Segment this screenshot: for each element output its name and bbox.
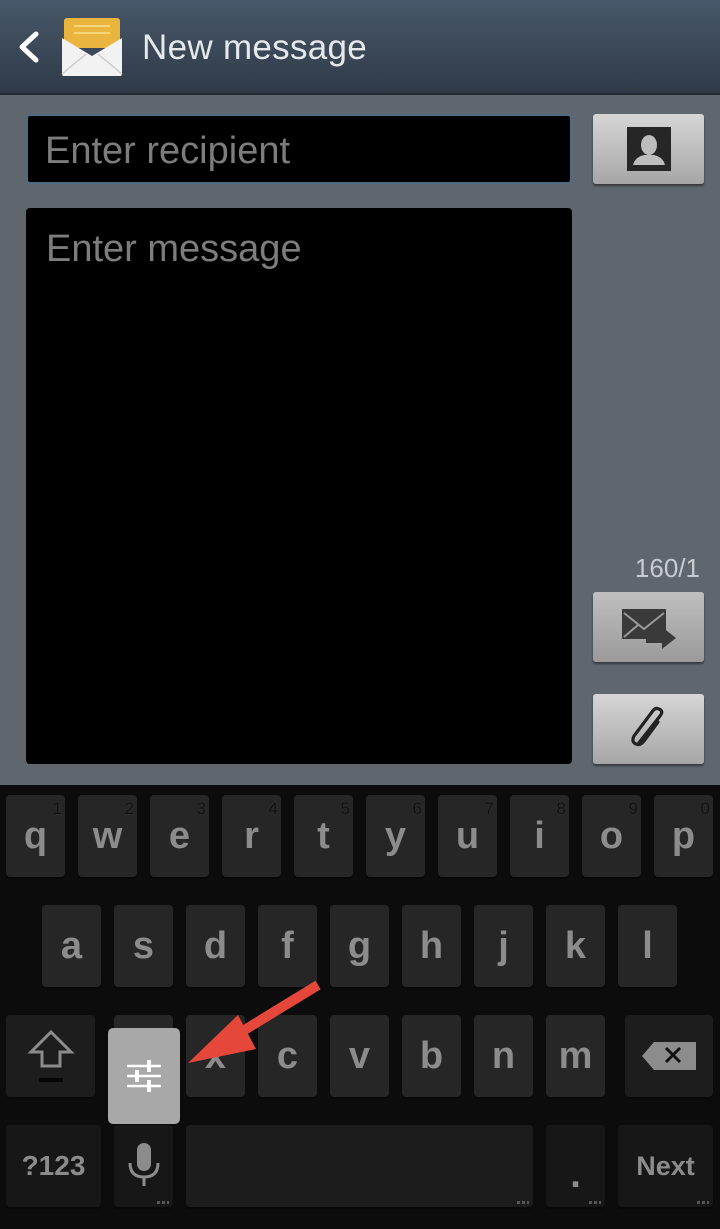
contacts-button[interactable] [593, 114, 704, 184]
key-hint: 1 [52, 799, 62, 818]
keyboard-settings-popup[interactable] [108, 1028, 180, 1124]
key-i[interactable]: i8 [510, 795, 569, 877]
key-hint: 0 [700, 799, 710, 818]
key-x[interactable]: x [186, 1015, 245, 1097]
key-hint: 5 [340, 799, 350, 818]
chevron-left-icon[interactable] [14, 30, 42, 64]
key-f[interactable]: f [258, 905, 317, 987]
key-r[interactable]: r4 [222, 795, 281, 877]
key-k[interactable]: k [546, 905, 605, 987]
microphone-icon [128, 1143, 159, 1186]
key-t[interactable]: t5 [294, 795, 353, 877]
key-n[interactable]: n [474, 1015, 533, 1097]
send-button[interactable] [593, 592, 704, 662]
key-d[interactable]: d [186, 905, 245, 987]
compose-area: Enter recipient Enter message 160/1 [0, 95, 720, 785]
shift-key[interactable] [6, 1015, 95, 1097]
more-options-dots [517, 1201, 529, 1204]
key-y[interactable]: y6 [366, 795, 425, 877]
voice-input-key[interactable] [114, 1125, 173, 1207]
key-m[interactable]: m [546, 1015, 605, 1097]
key-j[interactable]: j [474, 905, 533, 987]
action-bar: New message [0, 0, 720, 95]
key-a[interactable]: a [42, 905, 101, 987]
key-h[interactable]: h [402, 905, 461, 987]
period-key[interactable]: . [546, 1125, 605, 1207]
more-options-dots [697, 1201, 709, 1204]
key-hint: 8 [556, 799, 566, 818]
backspace-key[interactable] [625, 1015, 713, 1097]
key-w[interactable]: w2 [78, 795, 137, 877]
recipient-input[interactable]: Enter recipient [26, 114, 572, 184]
key-q[interactable]: q1 [6, 795, 65, 877]
send-message-icon [621, 609, 676, 649]
key-g[interactable]: g [330, 905, 389, 987]
key-p[interactable]: p0 [654, 795, 713, 877]
key-hint: 4 [268, 799, 278, 818]
more-options-dots [157, 1201, 169, 1204]
message-input[interactable]: Enter message [26, 208, 572, 764]
key-v[interactable]: v [330, 1015, 389, 1097]
character-counter: 160/1 [634, 553, 700, 583]
key-s[interactable]: s [114, 905, 173, 987]
paperclip-icon [630, 706, 663, 747]
next-key[interactable]: Next [618, 1125, 713, 1207]
key-l[interactable]: l [618, 905, 677, 987]
key-hint: 2 [124, 799, 134, 818]
page-title: New message [142, 28, 368, 67]
key-hint: 7 [484, 799, 494, 818]
keyboard: q1 w2 e3 r4 t5 y6 u7 i8 o9 p0 a s d f g … [0, 785, 720, 1229]
keyboard-settings-sliders-icon [127, 1060, 161, 1092]
key-c[interactable]: c [258, 1015, 317, 1097]
key-hint: 6 [412, 799, 422, 818]
key-o[interactable]: o9 [582, 795, 641, 877]
attach-button[interactable] [593, 694, 704, 764]
key-b[interactable]: b [402, 1015, 461, 1097]
space-key[interactable] [186, 1125, 533, 1207]
backspace-icon [642, 1042, 696, 1070]
envelope-open-icon[interactable] [60, 16, 124, 78]
key-u[interactable]: u7 [438, 795, 497, 877]
shift-arrow-icon [26, 1029, 75, 1082]
more-options-dots [589, 1201, 601, 1204]
key-hint: 3 [196, 799, 206, 818]
symbols-key[interactable]: ?123 [6, 1125, 101, 1207]
key-e[interactable]: e3 [150, 795, 209, 877]
key-hint: 9 [628, 799, 638, 818]
contact-person-icon [626, 127, 671, 171]
